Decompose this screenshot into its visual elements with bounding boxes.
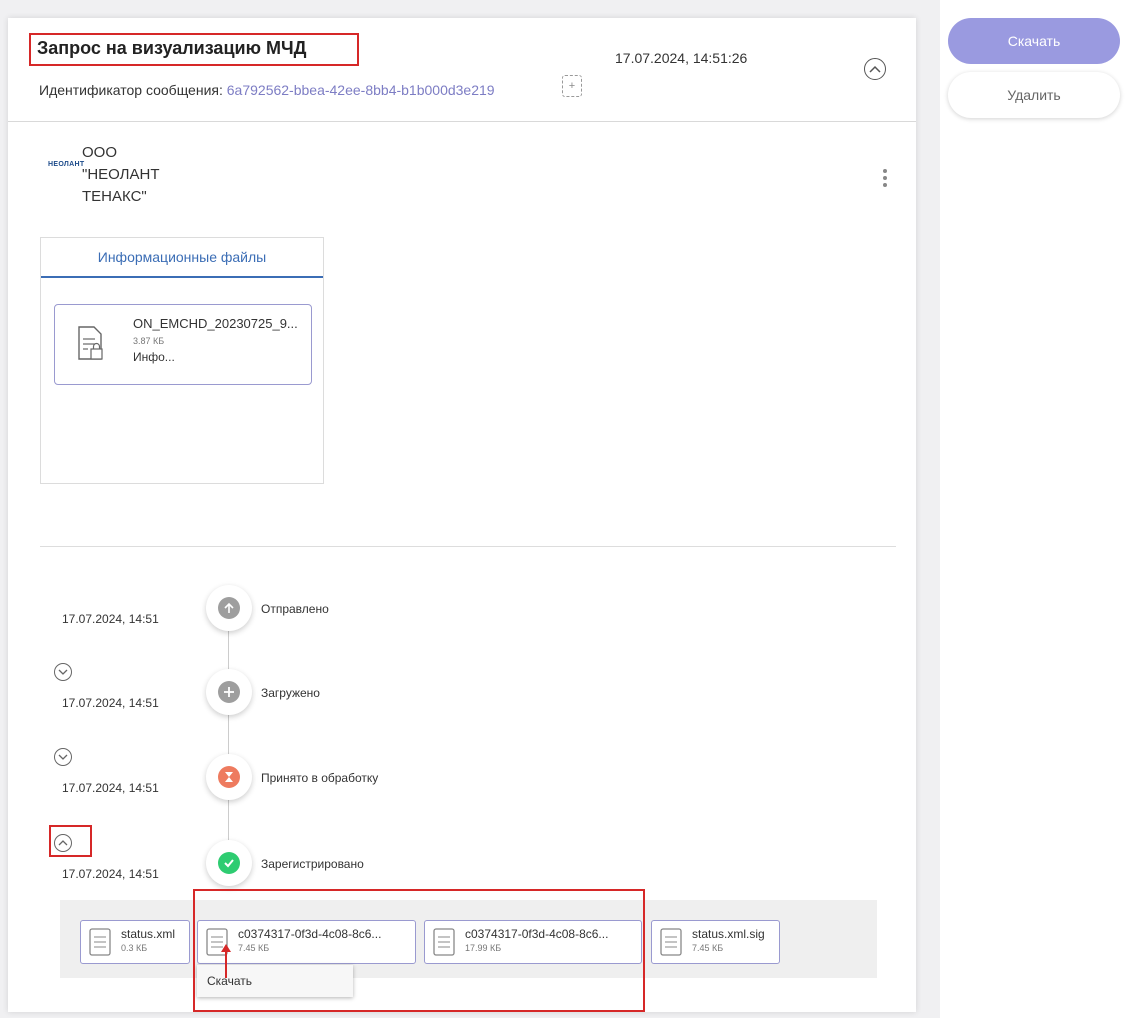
check-icon — [218, 852, 240, 874]
event-date: 17.07.2024, 14:51 — [62, 867, 159, 881]
hourglass-icon — [218, 766, 240, 788]
file-name: ON_EMCHD_20230725_9... — [133, 316, 298, 331]
message-id-label: Идентификатор сообщения: — [39, 82, 223, 98]
highlight-frame — [193, 889, 645, 1012]
plus-icon — [218, 681, 240, 703]
arrow-up-icon — [218, 597, 240, 619]
event-status: Принято в обработку — [261, 771, 379, 785]
attachment-size: 7.45 КБ — [692, 943, 724, 953]
file-size: 3.87 КБ — [133, 336, 165, 346]
section-divider — [40, 546, 896, 547]
timeline-event: 17.07.2024, 14:51 Загружено — [8, 663, 916, 729]
event-status: Отправлено — [261, 602, 329, 616]
timeline-line — [228, 616, 229, 856]
sender-name-line: "НЕОЛАНТ — [82, 166, 160, 183]
more-options-icon[interactable] — [883, 166, 889, 190]
event-date: 17.07.2024, 14:51 — [62, 696, 159, 710]
delete-button[interactable]: Удалить — [948, 72, 1120, 118]
sender-name-line: ТЕНАКС" — [82, 188, 147, 205]
info-files-panel: Информационные файлы ON_EMCHD_20230725_9… — [40, 237, 324, 484]
attachment-file[interactable]: status.xml.sig 7.45 КБ — [651, 920, 780, 964]
event-date: 17.07.2024, 14:51 — [62, 612, 159, 626]
download-button[interactable]: Скачать — [948, 18, 1120, 64]
attachment-file[interactable]: status.xml 0.3 КБ — [80, 920, 190, 964]
event-status: Зарегистрировано — [261, 857, 364, 871]
highlight-frame — [49, 825, 92, 857]
locked-document-icon — [77, 325, 105, 366]
document-icon — [89, 928, 111, 961]
event-date: 17.07.2024, 14:51 — [62, 781, 159, 795]
message-title: Запрос на визуализацию МЧД — [29, 33, 359, 66]
document-icon — [660, 928, 682, 961]
event-node — [206, 840, 252, 886]
chevron-down-icon[interactable] — [54, 748, 72, 766]
file-card[interactable]: ON_EMCHD_20230725_9... 3.87 КБ Инфо... — [54, 304, 312, 385]
event-node — [206, 585, 252, 631]
sender-name: ООО "НЕОЛАНТ ТЕНАКС" — [82, 142, 222, 208]
file-type: Инфо... — [133, 350, 175, 364]
timeline-event: 17.07.2024, 14:51 Принято в обработку — [8, 748, 916, 814]
tab-info-files[interactable]: Информационные файлы — [41, 238, 323, 278]
message-id-row: Идентификатор сообщения: 6a792562-bbea-4… — [39, 82, 495, 98]
attachment-size: 0.3 КБ — [121, 943, 148, 953]
chevron-down-icon[interactable] — [54, 663, 72, 681]
attachment-name: status.xml.sig — [692, 927, 765, 941]
sender-logo: НЕОЛАНТ — [48, 161, 85, 168]
event-node — [206, 669, 252, 715]
sender-name-line: ООО — [82, 144, 118, 161]
chevron-up-icon[interactable] — [864, 58, 886, 80]
event-node — [206, 754, 252, 800]
message-card: Запрос на визуализацию МЧД Идентификатор… — [8, 18, 916, 1012]
message-date: 17.07.2024, 14:51:26 — [615, 50, 748, 66]
timeline-event: 17.07.2024, 14:51 Отправлено — [8, 585, 916, 645]
copy-icon[interactable]: + — [562, 75, 582, 97]
event-status: Загружено — [261, 686, 320, 700]
message-id-value[interactable]: 6a792562-bbea-42ee-8bb4-b1b000d3e219 — [227, 82, 495, 98]
attachment-name: status.xml — [121, 927, 176, 941]
message-header: Запрос на визуализацию МЧД Идентификатор… — [8, 18, 916, 122]
